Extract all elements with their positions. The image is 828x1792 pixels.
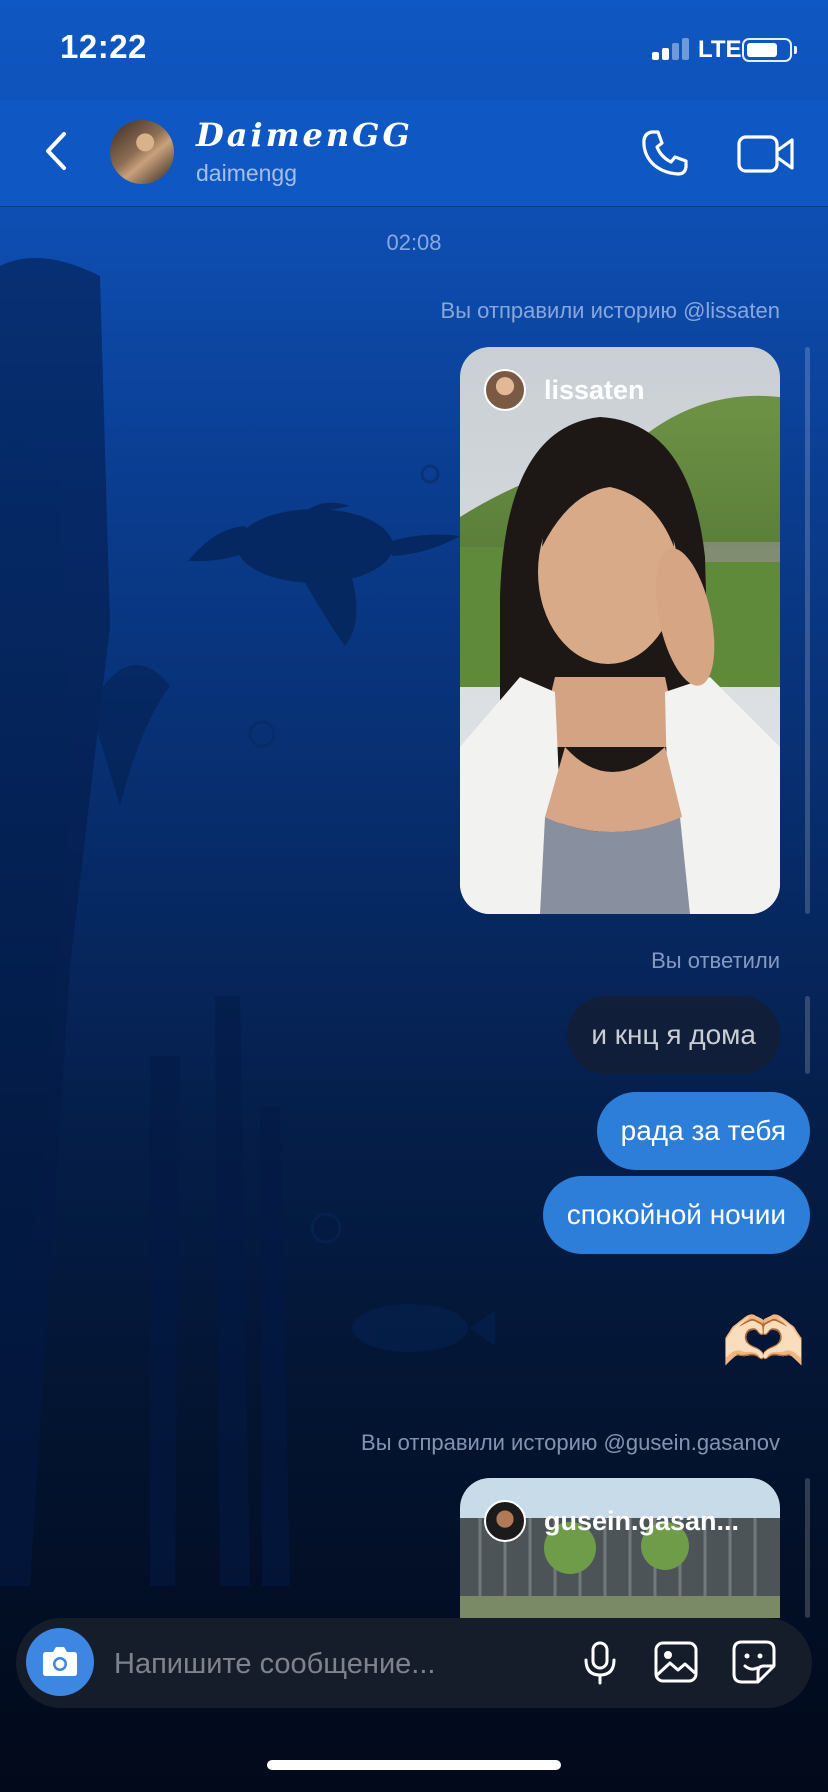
contact-name[interactable]: DaimenGG [196, 116, 413, 154]
status-bar: 12:22 LTE [0, 0, 828, 100]
battery-icon [742, 38, 797, 62]
video-camera-icon[interactable] [736, 128, 796, 178]
chevron-left-icon[interactable] [36, 126, 76, 176]
home-indicator [267, 1760, 561, 1770]
story-owner-name: lissaten [544, 375, 645, 405]
message-bubble-sent[interactable]: спокойной ночии [542, 1176, 810, 1254]
image-icon[interactable] [652, 1638, 700, 1686]
message-composer [16, 1618, 812, 1710]
camera-icon [43, 1647, 77, 1676]
scroll-indicator [805, 347, 810, 914]
emoji-message[interactable]: 🫶🏻 [721, 1300, 806, 1384]
story-owner-avatar [484, 1500, 526, 1542]
message-bubble-reply[interactable]: и кнц я дома [567, 996, 780, 1074]
contact-avatar[interactable] [110, 120, 174, 184]
story-owner-avatar [484, 369, 526, 411]
camera-button[interactable] [26, 1628, 94, 1696]
network-type: LTE [698, 36, 742, 63]
message-input[interactable] [112, 1618, 496, 1710]
story-photo [460, 347, 780, 914]
story-owner-name: gusein.gasan... [544, 1506, 740, 1536]
scroll-indicator [805, 1478, 810, 1618]
microphone-icon[interactable] [576, 1638, 624, 1686]
sticker-icon[interactable] [730, 1638, 778, 1686]
signal-strength-icon [652, 38, 690, 60]
story-photo [460, 1478, 780, 1618]
phone-icon[interactable] [638, 126, 692, 180]
status-time: 12:22 [60, 28, 147, 65]
scroll-indicator [805, 996, 810, 1074]
shared-story-card[interactable]: gusein.gasan... [460, 1478, 780, 1618]
message-timestamp: 02:08 [386, 230, 442, 255]
message-bubble-sent[interactable]: рада за тебя [596, 1092, 810, 1170]
reply-caption: Вы ответили [651, 948, 780, 973]
turtle-silhouette [188, 502, 460, 646]
story-share-caption: Вы отправили историю @lissaten [440, 298, 780, 323]
story-share-caption: Вы отправили историю @gusein.gasanov [361, 1430, 780, 1455]
chat-header: DaimenGG daimengg [0, 100, 828, 207]
contact-handle[interactable]: daimengg [196, 160, 297, 187]
shared-story-card[interactable]: lissaten [460, 347, 780, 914]
